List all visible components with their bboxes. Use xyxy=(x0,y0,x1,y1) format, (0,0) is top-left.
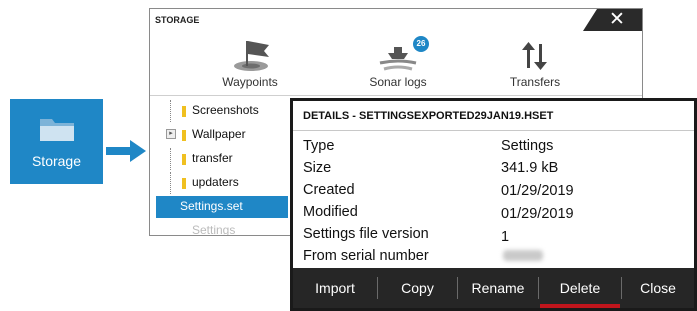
tab-waypoints[interactable]: Waypoints xyxy=(200,75,300,89)
file-item-label: Settings.set xyxy=(180,199,243,213)
transfers-icon xyxy=(522,42,547,70)
folder-icon xyxy=(182,154,186,165)
tab-transfers-label: Transfers xyxy=(509,75,561,89)
folder-icon xyxy=(182,106,186,117)
arrow-right-icon xyxy=(106,140,146,162)
file-item-label: Wallpaper xyxy=(192,127,246,141)
storage-tile-label: Storage xyxy=(31,153,82,169)
file-item-label: updaters xyxy=(192,175,239,189)
detail-label-modified: Modified xyxy=(303,204,358,220)
sonar-logs-badge: 26 xyxy=(413,36,429,52)
folder-icon xyxy=(182,130,186,141)
detail-label-type: Type xyxy=(303,138,335,154)
detail-label-serial: From serial number xyxy=(303,248,429,264)
tree-line xyxy=(170,100,171,122)
storage-tile[interactable]: Storage xyxy=(10,99,103,184)
detail-value-modified: 01/29/2019 xyxy=(501,206,574,222)
tree-line xyxy=(170,172,171,194)
window-title: STORAGE xyxy=(155,15,200,25)
delete-button[interactable]: Delete xyxy=(539,268,621,308)
serial-number-redacted xyxy=(503,250,543,261)
file-item-screenshots[interactable]: Screenshots xyxy=(156,100,286,122)
details-divider xyxy=(293,130,694,131)
detail-value-created: 01/29/2019 xyxy=(501,183,574,199)
close-button[interactable]: ✕ xyxy=(583,9,642,31)
tab-waypoints-label: Waypoints xyxy=(222,75,278,89)
file-item-label: Settings database xyxy=(192,223,236,236)
tab-sonar-logs[interactable]: Sonar logs xyxy=(348,75,448,89)
tab-transfers[interactable]: Transfers xyxy=(485,75,585,89)
expand-icon[interactable]: ▸ xyxy=(166,129,176,139)
tab-divider xyxy=(150,95,642,96)
close-dialog-button[interactable]: Close xyxy=(622,268,694,308)
active-button-indicator xyxy=(540,304,620,308)
detail-label-size: Size xyxy=(303,160,332,176)
detail-value-size: 341.9 kB xyxy=(501,160,559,176)
file-item-transfer[interactable]: transfer xyxy=(156,148,286,170)
file-item-label: Screenshots xyxy=(192,103,259,117)
rename-button[interactable]: Rename xyxy=(458,268,538,308)
file-item-label: transfer xyxy=(192,151,233,165)
file-item-updaters[interactable]: updaters xyxy=(156,172,286,194)
import-button[interactable]: Import xyxy=(293,268,377,308)
button-bar: Import Copy Rename Delete Close xyxy=(293,268,694,308)
detail-value-version: 1 xyxy=(501,229,510,245)
tab-sonar-logs-label: Sonar logs xyxy=(369,75,427,89)
file-item-settings-database[interactable]: Settings database xyxy=(156,220,286,236)
detail-label-version: Settings file version xyxy=(303,226,429,242)
detail-value-type: Settings xyxy=(501,138,554,154)
folder-icon xyxy=(40,119,74,141)
file-item-settings-set[interactable]: Settings.set xyxy=(156,196,288,218)
details-dialog: DETAILS - SETTINGSEXPORTED29JAN19.HSET T… xyxy=(290,98,697,311)
tree-line xyxy=(170,148,171,170)
folder-icon xyxy=(182,178,186,189)
close-icon: ✕ xyxy=(609,9,625,30)
detail-label-created: Created xyxy=(303,182,355,198)
file-item-wallpaper[interactable]: ▸ Wallpaper xyxy=(156,124,286,146)
waypoints-icon xyxy=(234,41,269,71)
details-title: DETAILS - SETTINGSEXPORTED29JAN19.HSET xyxy=(303,110,554,122)
copy-button[interactable]: Copy xyxy=(378,268,457,308)
